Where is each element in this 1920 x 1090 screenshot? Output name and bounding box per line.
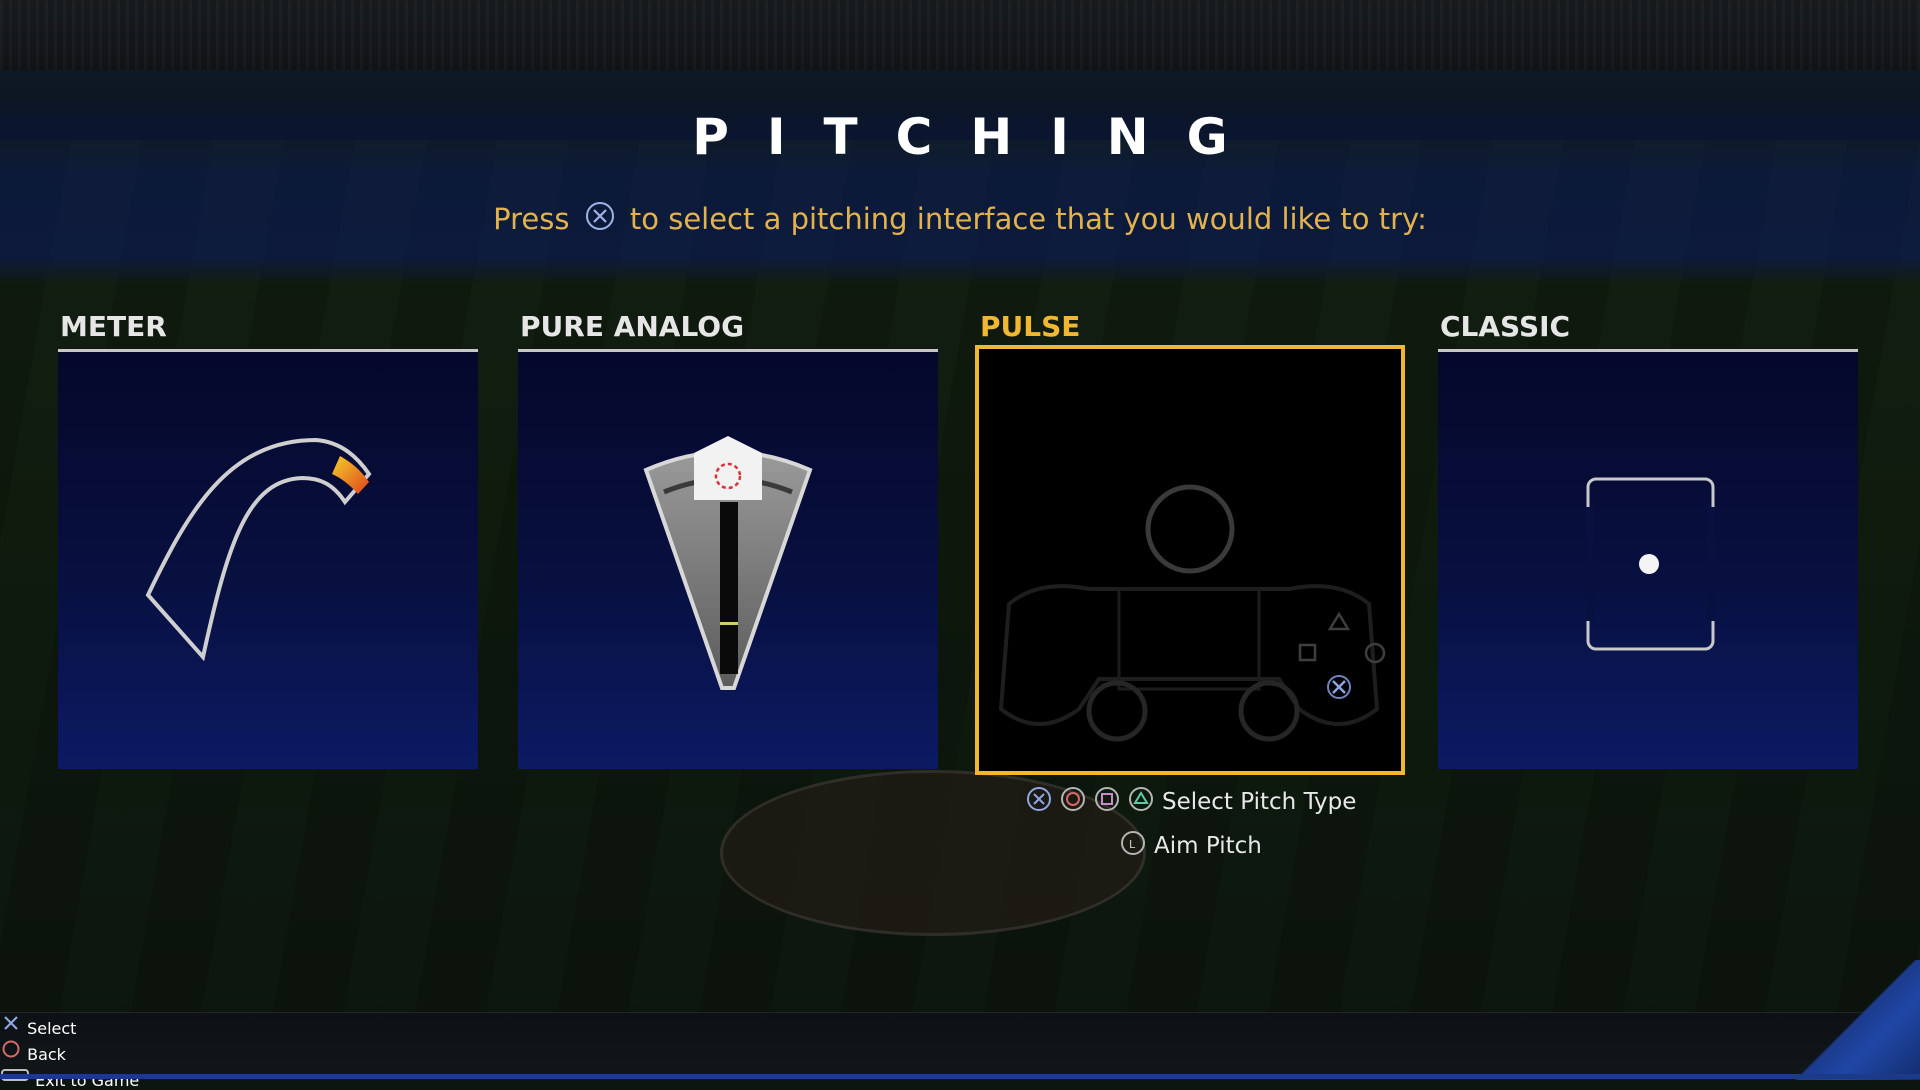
strike-zone-icon	[1586, 477, 1715, 651]
option-label: METER	[60, 310, 167, 343]
option-label: PURE ANALOG	[520, 310, 745, 343]
controller-pulse-icon	[998, 484, 1386, 742]
footer-select-label: Select	[27, 1019, 77, 1038]
pure-analog-preview	[518, 349, 938, 769]
cross-button-icon	[585, 201, 615, 238]
select-pitch-type-hint: Select Pitch Type	[1026, 786, 1356, 818]
classic-preview	[1438, 349, 1858, 769]
meter-preview	[58, 349, 478, 769]
svg-text:L: L	[1129, 838, 1136, 851]
footer-back[interactable]: Back	[0, 1038, 139, 1064]
footer-corner-accent	[1760, 960, 1920, 1080]
instruction-text: Press to select a pitching interface tha…	[0, 200, 1920, 238]
instruction-prefix: Press	[493, 202, 570, 236]
analog-cone-icon	[643, 436, 813, 690]
select-pitch-type-label: Select Pitch Type	[1162, 789, 1357, 815]
footer-bar	[0, 960, 1920, 1080]
option-pure-analog[interactable]: PURE ANALOG	[518, 305, 942, 769]
option-meter[interactable]: METER	[58, 305, 482, 769]
bottom-accent-line	[0, 1074, 1920, 1079]
option-pulse[interactable]: PULSE	[975, 305, 1405, 775]
instruction-suffix: to select a pitching interface that you …	[629, 202, 1427, 236]
cross-button-icon	[0, 1016, 22, 1038]
footer-back-label: Back	[27, 1045, 66, 1064]
triangle-button-icon	[1128, 786, 1154, 818]
circle-button-icon	[1060, 786, 1086, 818]
page-title: PITCHING	[692, 108, 1266, 166]
option-label: CLASSIC	[1440, 310, 1571, 343]
option-classic[interactable]: CLASSIC	[1438, 305, 1862, 769]
option-label: PULSE	[980, 310, 1081, 343]
aim-pitch-label: Aim Pitch	[1154, 833, 1262, 859]
arc-meter-icon	[145, 437, 372, 662]
left-stick-icon: L	[1120, 830, 1146, 862]
square-button-icon	[1094, 786, 1120, 818]
footer-select[interactable]: Select	[0, 1012, 139, 1038]
pulse-preview	[975, 345, 1405, 775]
circle-button-icon	[0, 1040, 22, 1064]
aim-pitch-hint: L Aim Pitch	[1120, 830, 1262, 862]
cross-button-icon	[1026, 786, 1052, 818]
